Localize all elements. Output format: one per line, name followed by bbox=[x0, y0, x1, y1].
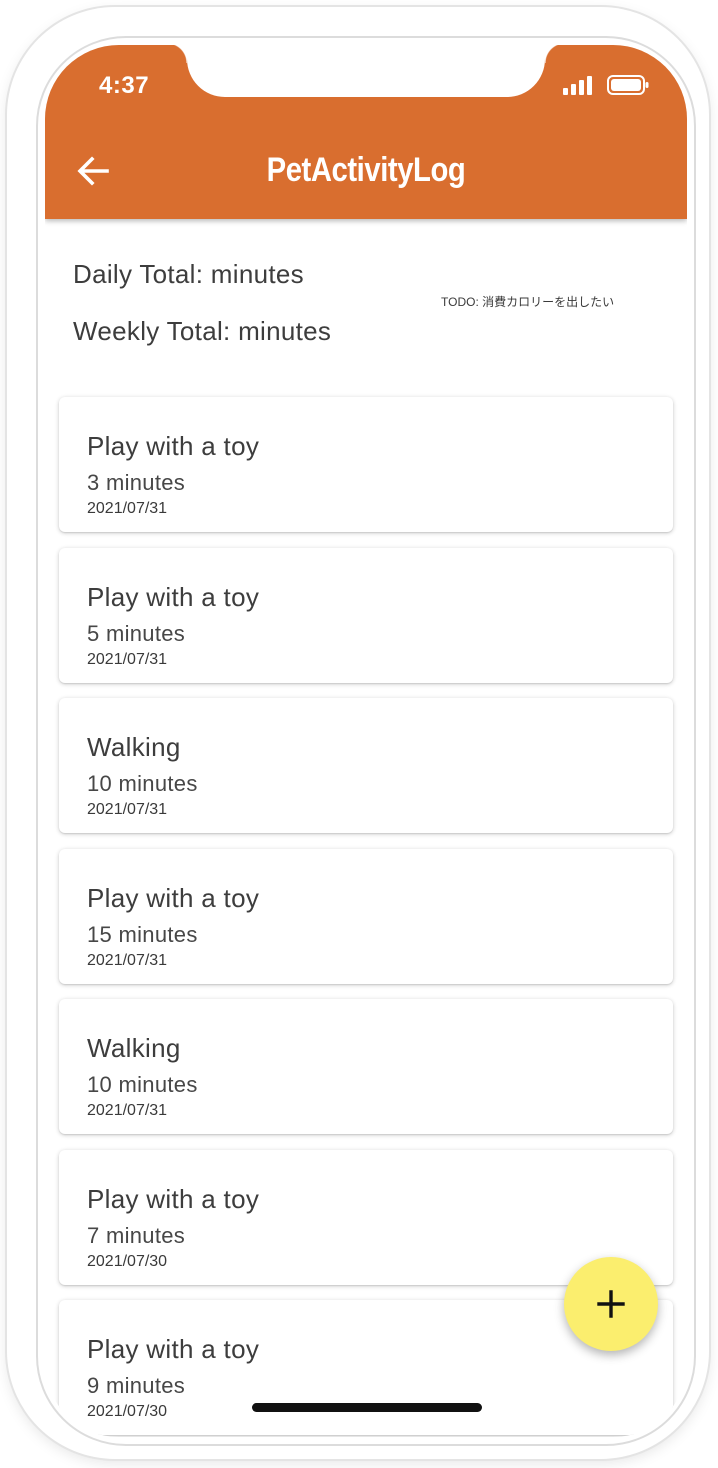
activity-title: Walking bbox=[87, 732, 181, 762]
activity-card[interactable]: Walking 10 minutes 2021/07/31 bbox=[59, 999, 673, 1134]
activity-title: Play with a toy bbox=[87, 1334, 260, 1364]
cellular-signal-icon bbox=[563, 76, 592, 95]
activity-title: Play with a toy bbox=[87, 882, 260, 913]
activity-date: 2021/07/31 bbox=[87, 1102, 168, 1119]
home-indicator bbox=[252, 1403, 482, 1412]
activity-card[interactable]: Play with a toy 5 minutes 2021/07/31 bbox=[59, 547, 673, 683]
activity-date: 2021/07/31 bbox=[87, 951, 168, 969]
activity-title: Walking bbox=[87, 1033, 181, 1063]
page-title: PetActivityLog bbox=[266, 151, 466, 189]
activity-card[interactable]: Play with a toy 3 minutes 2021/07/31 bbox=[59, 397, 673, 532]
activity-duration: 10 minutes bbox=[87, 771, 198, 796]
activity-card[interactable]: Play with a toy 15 minutes 2021/07/31 bbox=[59, 848, 673, 984]
plus-icon bbox=[597, 1290, 625, 1318]
battery-icon bbox=[607, 75, 649, 95]
app-bar: 4:37 PetActivityLog bbox=[45, 45, 687, 219]
status-time: 4:37 bbox=[99, 72, 150, 99]
activity-duration: 9 minutes bbox=[87, 1373, 186, 1398]
activity-date: 2021/07/30 bbox=[87, 1252, 168, 1270]
activity-title: Play with a toy bbox=[87, 581, 260, 612]
activity-date: 2021/07/31 bbox=[87, 650, 168, 668]
activity-title: Play with a toy bbox=[87, 1183, 260, 1214]
weekly-total-label: Weekly Total: minutes bbox=[73, 316, 332, 346]
activity-date: 2021/07/30 bbox=[87, 1403, 168, 1420]
phone-frame: 4:37 PetActivityLog Daily Total: minutes… bbox=[7, 7, 709, 1459]
activity-duration: 5 minutes bbox=[87, 620, 186, 646]
activity-duration: 3 minutes bbox=[87, 470, 186, 495]
add-activity-button[interactable] bbox=[564, 1257, 658, 1351]
device-notch bbox=[167, 45, 565, 97]
app-screen: 4:37 PetActivityLog Daily Total: minutes… bbox=[45, 45, 687, 1437]
activity-duration: 10 minutes bbox=[87, 1072, 198, 1097]
activity-title: Play with a toy bbox=[87, 431, 260, 461]
activity-date: 2021/07/31 bbox=[87, 500, 168, 517]
todo-note: TODO: 消費カロリーを出したい bbox=[441, 295, 615, 309]
activity-duration: 7 minutes bbox=[87, 1222, 186, 1248]
activity-date: 2021/07/31 bbox=[87, 801, 168, 818]
activity-duration: 15 minutes bbox=[87, 921, 198, 947]
activity-card[interactable]: Play with a toy 7 minutes 2021/07/30 bbox=[59, 1149, 673, 1285]
activity-card[interactable]: Walking 10 minutes 2021/07/31 bbox=[59, 698, 673, 833]
daily-total-label: Daily Total: minutes bbox=[73, 259, 304, 289]
